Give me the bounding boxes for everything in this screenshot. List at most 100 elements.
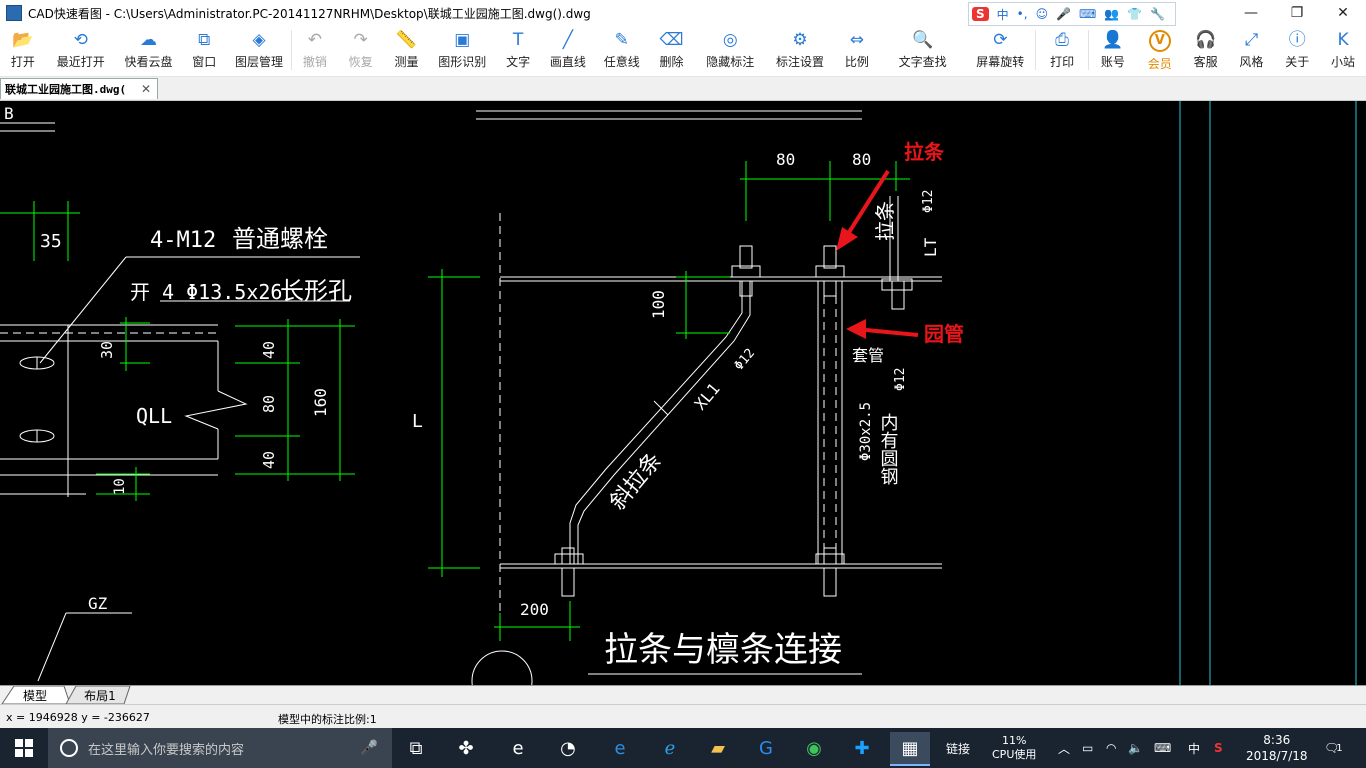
toolbar-button-scale[interactable]: ⇔ 比例 bbox=[834, 26, 880, 72]
annotation-scale: 模型中的标注比例:1 bbox=[278, 713, 377, 726]
toolbar-button-folder[interactable]: 📂 打开 bbox=[0, 26, 46, 72]
toolbar-label: 打印 bbox=[1050, 55, 1075, 69]
toolbar-button-vip[interactable]: V 会员 bbox=[1137, 26, 1183, 72]
user-icon[interactable]: 👥 bbox=[1104, 7, 1119, 21]
toolbar-button-shape-recognize[interactable]: ▣ 图形识别 bbox=[429, 26, 495, 72]
edge-icon[interactable]: e bbox=[600, 732, 640, 764]
wrench-icon[interactable]: 🔧 bbox=[1150, 7, 1165, 21]
toolbar-button-cloud[interactable]: ☁ 快看云盘 bbox=[116, 26, 182, 72]
cpu-widget[interactable]: 11% CPU使用 bbox=[992, 728, 1036, 768]
window-icon: ⧉ bbox=[198, 30, 211, 50]
microphone-icon[interactable]: 🎤 bbox=[1056, 7, 1071, 21]
drawing-canvas[interactable]: 80 80 35 4-M12 普通螺栓 开 4 Φ13.5x26 长形孔 QLL… bbox=[0, 101, 1366, 685]
skin-icon[interactable]: 👕 bbox=[1127, 7, 1142, 21]
cad-viewer-taskbar-icon[interactable]: ▦ bbox=[890, 732, 930, 766]
ime-language[interactable]: 中 bbox=[1188, 728, 1200, 768]
text-icon: T bbox=[512, 30, 524, 50]
toolbar-button-printer[interactable]: ⎙ 打印 bbox=[1036, 26, 1088, 72]
ie-old-icon[interactable]: e bbox=[498, 732, 538, 764]
toolbar-label: 最近打开 bbox=[56, 55, 105, 69]
toolbar-button-rotate[interactable]: ⟳ 屏幕旋转 bbox=[965, 26, 1035, 72]
toolbar-button-user[interactable]: 👤 账号 bbox=[1089, 26, 1137, 72]
toolbar-button-redo[interactable]: ↷ 恢复 bbox=[338, 26, 384, 72]
toolbar-button-style[interactable]: ⤢ 风格 bbox=[1228, 26, 1274, 72]
360-browser-icon[interactable]: ◉ bbox=[794, 732, 834, 764]
windows-logo-icon bbox=[15, 739, 33, 757]
dim-160: 160 bbox=[311, 388, 330, 417]
emoji-icon[interactable]: ☺ bbox=[1036, 7, 1049, 21]
label-phi12-top: Φ12 bbox=[921, 190, 936, 213]
window-title: CAD快速看图 - C:\Users\Administrator.PC-2014… bbox=[28, 6, 591, 21]
document-tab-close-icon[interactable]: ✕ bbox=[141, 82, 151, 96]
minimize-button[interactable]: — bbox=[1228, 0, 1274, 26]
tab-model[interactable]: 模型 bbox=[12, 686, 58, 704]
close-button[interactable]: ✕ bbox=[1320, 0, 1366, 26]
file-explorer-icon[interactable]: ▰ bbox=[698, 732, 738, 764]
toolbar-label: 小站 bbox=[1331, 55, 1356, 69]
toolbar-button-info[interactable]: ⓘ 关于 bbox=[1274, 26, 1320, 72]
toolbar-button-window[interactable]: ⧉ 窗口 bbox=[181, 26, 227, 72]
dim-200: 200 bbox=[520, 600, 549, 619]
cad-drawing[interactable]: 80 80 35 4-M12 普通螺栓 开 4 Φ13.5x26 长形孔 QLL… bbox=[0, 101, 1366, 685]
toolbar-button-headset[interactable]: 🎧 客服 bbox=[1183, 26, 1229, 72]
document-tab[interactable]: 联城工业园施工图.dwg( ✕ bbox=[0, 78, 158, 99]
start-button[interactable] bbox=[0, 728, 48, 768]
maximize-button[interactable]: ❐ bbox=[1274, 0, 1320, 26]
toolbar-button-text-search[interactable]: 🔍 文字查找 bbox=[880, 26, 966, 72]
toolbar-label: 比例 bbox=[844, 55, 869, 69]
microphone-icon[interactable]: 🎤 bbox=[361, 740, 378, 756]
assistant-app-icon[interactable]: ✚ bbox=[842, 732, 882, 764]
ime-toolbar[interactable]: S 中 •, ☺ 🎤 ⌨ 👥 👕 🔧 bbox=[968, 2, 1176, 26]
toolbar-button-history[interactable]: ⟲ 最近打开 bbox=[46, 26, 116, 72]
toolbar-label: 打开 bbox=[10, 55, 35, 69]
search-placeholder[interactable]: 在这里输入你要搜索的内容 bbox=[88, 739, 244, 758]
wifi-icon[interactable]: ◠ bbox=[1106, 728, 1116, 768]
toolbar-button-layers[interactable]: ◈ 图层管理 bbox=[227, 26, 291, 72]
ime-mode-toggle[interactable]: 中 bbox=[997, 6, 1009, 23]
label-phi12-diag: Φ12 bbox=[732, 346, 759, 374]
toolbar-button-eye-hide[interactable]: ◎ 隐藏标注 bbox=[694, 26, 766, 72]
main-toolbar: 📂 打开 ⟲ 最近打开 ☁ 快看云盘 ⧉ 窗口 ◈ 图层管理 ↶ 撤销 ↷ 恢复 📏 测量 ▣ 图形识别 T 文字 ╱ 画… bbox=[0, 26, 1366, 77]
toolbar-button-undo[interactable]: ↶ 撤销 bbox=[292, 26, 338, 72]
dim-80-mid: 80 bbox=[260, 395, 278, 413]
link-label[interactable]: 链接 bbox=[946, 728, 970, 768]
keyboard-tray-icon[interactable]: ⌨ bbox=[1154, 728, 1171, 768]
vip-icon: V bbox=[1148, 30, 1171, 52]
toolbar-button-gear[interactable]: ⚙ 标注设置 bbox=[766, 26, 834, 72]
headset-icon: 🎧 bbox=[1194, 30, 1217, 50]
toolbar-button-text[interactable]: T 文字 bbox=[495, 26, 541, 72]
task-view-icon[interactable]: ⧉ bbox=[396, 732, 436, 764]
dim-80-left: 80 bbox=[776, 150, 795, 169]
clock[interactable]: 8:36 2018/7/18 bbox=[1246, 728, 1308, 768]
toolbar-label: 快看云盘 bbox=[124, 55, 173, 69]
annotation-yuanguan: 园管 bbox=[924, 322, 964, 346]
toolbar-label: 文字查找 bbox=[898, 55, 947, 69]
notification-center-icon[interactable]: 🗨 1 bbox=[1324, 728, 1343, 768]
toolbar-label: 账号 bbox=[1100, 55, 1125, 69]
style-icon: ⤢ bbox=[1244, 30, 1259, 50]
ime-punct-toggle[interactable]: •, bbox=[1017, 7, 1028, 21]
toolbar-button-ruler[interactable]: 📏 测量 bbox=[384, 26, 430, 72]
line-icon: ╱ bbox=[562, 30, 574, 50]
toolbar-button-pen[interactable]: ✎ 任意线 bbox=[595, 26, 649, 72]
keyboard-icon[interactable]: ⌨ bbox=[1079, 7, 1096, 21]
toolbar-button-line[interactable]: ╱ 画直线 bbox=[541, 26, 595, 72]
document-tab-label[interactable]: 联城工业园施工图.dwg( bbox=[5, 81, 137, 97]
toolbar-label: 图层管理 bbox=[235, 55, 284, 69]
sogou-tray-icon[interactable]: S bbox=[1214, 728, 1223, 768]
swirl-app-icon[interactable]: ◔ bbox=[548, 732, 588, 764]
volume-icon[interactable]: 🔈 bbox=[1128, 728, 1143, 768]
battery-icon[interactable]: ▭ bbox=[1082, 728, 1093, 768]
sogou-logo-icon[interactable]: S bbox=[972, 7, 989, 21]
pinwheel-app-icon[interactable]: ✤ bbox=[446, 732, 486, 764]
taskbar-search-box[interactable]: 在这里输入你要搜索的内容 🎤 bbox=[48, 728, 392, 768]
internet-explorer-icon[interactable]: ℯ bbox=[650, 732, 690, 764]
tray-chevron-icon[interactable]: ︿ bbox=[1058, 728, 1070, 768]
browser-g-icon[interactable]: G bbox=[746, 732, 786, 764]
toolbar-button-eraser[interactable]: ⌫ 删除 bbox=[649, 26, 695, 72]
toolbar-label: 恢复 bbox=[348, 55, 373, 69]
tab-layout1[interactable]: 布局1 bbox=[76, 686, 124, 704]
toolbar-button-site[interactable]: K 小站 bbox=[1320, 26, 1366, 72]
label-title: 拉条与檩条连接 bbox=[604, 630, 842, 670]
label-taoguan: 套管 bbox=[852, 346, 884, 365]
